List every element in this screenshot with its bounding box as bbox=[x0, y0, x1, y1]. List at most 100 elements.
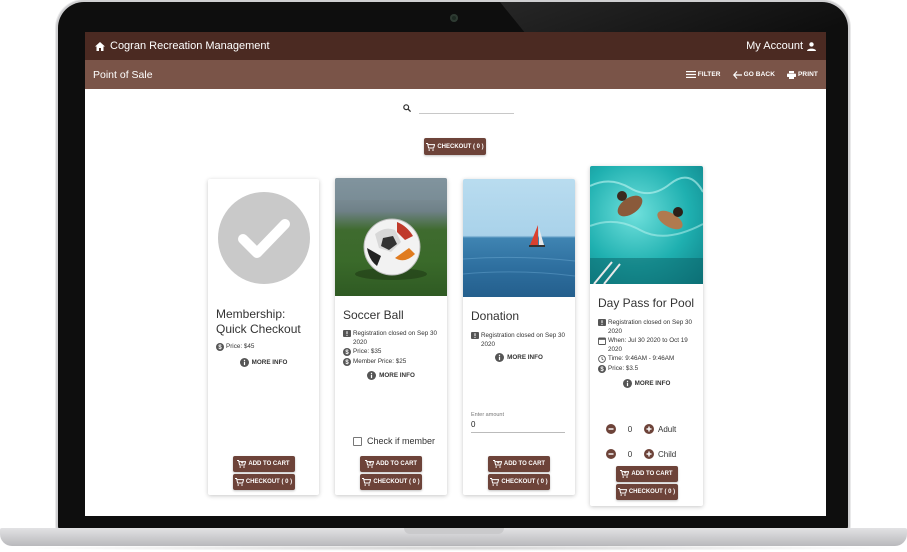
checkout-label: CHECKOUT ( 0 ) bbox=[437, 143, 484, 150]
add-to-cart-button[interactable]: ADD TO CART bbox=[615, 466, 678, 482]
registration-text: Registration closed on Sep 30 2020 bbox=[481, 332, 566, 348]
product-title: Donation bbox=[471, 309, 520, 323]
product-title: Day Pass for Pool bbox=[598, 296, 695, 310]
app-screen: Cogran Recreation Management My Account … bbox=[85, 32, 826, 516]
app-header: Cogran Recreation Management My Account bbox=[85, 32, 826, 60]
child-quantity-row: 0 Child bbox=[606, 449, 689, 459]
card-checkout-button[interactable]: CHECKOUT ( 0 ) bbox=[488, 474, 550, 490]
add-cart-icon bbox=[364, 460, 374, 468]
when-row: When: Jul 30 2020 to Oct 19 2020 bbox=[598, 337, 695, 354]
add-to-cart-label: ADD TO CART bbox=[503, 461, 546, 467]
amount-field[interactable]: Enter amount 0 bbox=[471, 412, 565, 433]
adult-quantity-row: 0 Adult bbox=[606, 424, 689, 434]
add-to-cart-button[interactable]: ADD TO CART bbox=[488, 456, 550, 472]
child-quantity: 0 bbox=[627, 449, 633, 459]
dollar-icon: $ bbox=[343, 348, 351, 356]
my-account-label: My Account bbox=[746, 40, 803, 52]
product-info: Registration closed on Sep 30 2020 $ Pri… bbox=[335, 330, 447, 366]
member-checkbox[interactable] bbox=[353, 436, 362, 446]
go-back-label: GO BACK bbox=[743, 71, 775, 78]
product-card-donation: Donation Registration closed on Sep 30 2… bbox=[463, 179, 575, 495]
laptop-notch bbox=[404, 528, 504, 534]
add-to-cart-label: ADD TO CART bbox=[631, 471, 673, 477]
sailboat-photo bbox=[463, 225, 575, 277]
adult-quantity: 0 bbox=[627, 424, 633, 434]
alert-icon bbox=[471, 332, 479, 339]
more-info-label: MORE INFO bbox=[634, 380, 671, 387]
calendar-icon bbox=[598, 337, 606, 345]
more-info-label: MORE INFO bbox=[251, 358, 288, 366]
app-title[interactable]: Cogran Recreation Management bbox=[110, 40, 270, 52]
minus-circle-icon[interactable] bbox=[606, 424, 616, 434]
camera bbox=[450, 14, 458, 22]
add-cart-icon bbox=[492, 460, 502, 468]
time-text: Time: 9:46AM - 9:46AM bbox=[608, 355, 675, 362]
search-bar bbox=[403, 102, 514, 114]
swimmers-photo bbox=[590, 176, 703, 284]
when-text: When: Jul 30 2020 to Oct 19 2020 bbox=[608, 337, 688, 353]
card-checkout-button[interactable]: CHECKOUT ( 0 ) bbox=[615, 484, 678, 500]
go-back-button[interactable]: GO BACK bbox=[732, 70, 775, 79]
search-icon bbox=[403, 104, 411, 112]
price-text: Price: $45 bbox=[226, 343, 255, 350]
my-account-button[interactable]: My Account bbox=[746, 40, 816, 52]
checkmark-icon bbox=[217, 192, 310, 284]
info-icon bbox=[239, 357, 249, 367]
plus-circle-icon[interactable] bbox=[644, 424, 654, 434]
product-card-membership: Membership: Quick Checkout $ Price: $45 … bbox=[208, 179, 319, 495]
print-label: PRINT bbox=[798, 71, 818, 78]
pool-image bbox=[590, 166, 703, 284]
search-input[interactable] bbox=[419, 102, 514, 114]
price-row: $ Price: $3.5 bbox=[598, 364, 695, 374]
cart-icon bbox=[490, 478, 500, 486]
cart-icon bbox=[362, 478, 372, 486]
product-title: Soccer Ball bbox=[343, 308, 404, 322]
member-checkbox-row[interactable]: Check if member bbox=[353, 436, 435, 446]
add-to-cart-label: ADD TO CART bbox=[375, 461, 418, 467]
price-text: Price: $3.5 bbox=[608, 364, 639, 372]
price-row: $ Price: $45 bbox=[216, 343, 311, 352]
more-info-link[interactable]: MORE INFO bbox=[463, 353, 575, 362]
printer-icon bbox=[787, 70, 796, 79]
member-price-text: Member Price: $25 bbox=[353, 357, 407, 365]
add-to-cart-button[interactable]: ADD TO CART bbox=[360, 456, 422, 472]
time-row: Time: 9:46AM - 9:46AM bbox=[598, 355, 695, 364]
card-checkout-button[interactable]: CHECKOUT ( 0 ) bbox=[232, 474, 295, 490]
cart-icon bbox=[426, 142, 436, 151]
add-to-cart-label: ADD TO CART bbox=[248, 461, 290, 467]
info-icon bbox=[495, 353, 505, 362]
dollar-icon: $ bbox=[343, 357, 351, 366]
card-actions: ADD TO CART CHECKOUT ( 0 ) bbox=[590, 466, 703, 500]
product-info: $ Price: $45 bbox=[208, 343, 319, 352]
price-row: $ Price: $35 bbox=[343, 348, 439, 357]
alert-icon bbox=[598, 319, 606, 326]
card-actions: ADD TO CART CHECKOUT ( 0 ) bbox=[335, 456, 447, 490]
more-info-label: MORE INFO bbox=[379, 372, 415, 379]
adult-label: Adult bbox=[658, 424, 677, 434]
more-info-link[interactable]: MORE INFO bbox=[590, 379, 703, 388]
arrow-left-icon bbox=[732, 70, 742, 79]
plus-circle-icon[interactable] bbox=[644, 449, 654, 459]
filter-button[interactable]: FILTER bbox=[685, 71, 721, 78]
price-text: Price: $35 bbox=[353, 348, 382, 355]
home-icon[interactable] bbox=[95, 41, 105, 51]
print-button[interactable]: PRINT bbox=[787, 70, 818, 79]
amount-input[interactable]: 0 bbox=[471, 418, 565, 433]
card-checkout-label: CHECKOUT ( 0 ) bbox=[501, 479, 548, 485]
card-checkout-label: CHECKOUT ( 0 ) bbox=[245, 479, 293, 485]
page-subheader: Point of Sale FILTER GO BACK PRINT bbox=[85, 60, 826, 89]
clock-icon bbox=[598, 355, 606, 363]
info-icon bbox=[622, 379, 632, 388]
checkout-button[interactable]: CHECKOUT ( 0 ) bbox=[424, 138, 486, 155]
minus-circle-icon[interactable] bbox=[606, 449, 616, 459]
registration-row: Registration closed on Sep 30 2020 bbox=[471, 332, 567, 349]
card-checkout-label: CHECKOUT ( 0 ) bbox=[628, 489, 676, 495]
card-checkout-label: CHECKOUT ( 0 ) bbox=[373, 479, 420, 485]
add-to-cart-button[interactable]: ADD TO CART bbox=[232, 456, 295, 472]
card-checkout-button[interactable]: CHECKOUT ( 0 ) bbox=[360, 474, 422, 490]
more-info-link[interactable]: MORE INFO bbox=[208, 357, 319, 367]
more-info-link[interactable]: MORE INFO bbox=[335, 371, 447, 380]
cart-icon bbox=[234, 478, 244, 486]
product-title: Membership: Quick Checkout bbox=[216, 307, 301, 336]
dollar-icon: $ bbox=[598, 364, 606, 373]
